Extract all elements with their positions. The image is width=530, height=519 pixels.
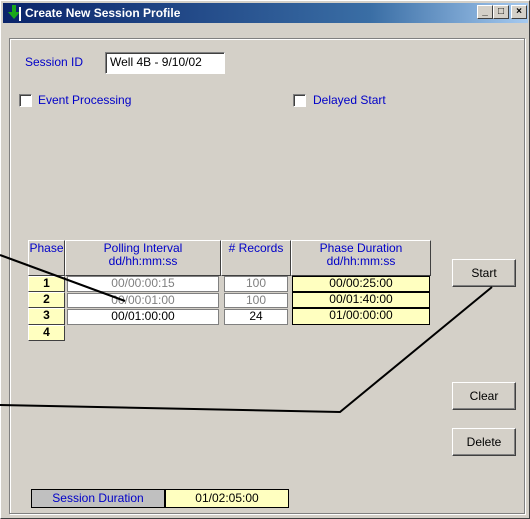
polling-cell-2[interactable]: 00/00:01:00 [67,293,219,308]
phase-cell-3[interactable]: 3 [28,308,65,325]
session-duration-value: 01/02:05:00 [165,489,289,508]
header-polling-format: dd/hh:mm:ss [108,254,178,268]
delayed-start-label: Delayed Start [313,93,386,107]
phase-cell-4[interactable]: 4 [28,325,65,341]
records-cell-1[interactable]: 100 [224,276,288,292]
green-down-arrow-icon [8,5,21,21]
polling-cell-1[interactable]: 00/00:00:15 [67,276,219,292]
close-button[interactable]: × [511,5,527,19]
polling-cell-3[interactable]: 00/01:00:00 [67,309,219,325]
start-button[interactable]: Start [452,259,516,287]
create-session-window: Create New Session Profile _ □ × Session… [0,0,530,519]
phase-cell-2[interactable]: 2 [28,292,65,308]
duration-cell-2: 00/01:40:00 [292,292,430,308]
header-phase-duration: Phase Duration dd/hh:mm:ss [291,240,431,276]
session-id-input[interactable]: Well 4B - 9/10/02 [105,52,225,74]
duration-cell-3: 01/00:00:00 [292,308,430,325]
records-cell-2[interactable]: 100 [224,293,288,308]
phase-cell-1[interactable]: 1 [28,276,65,292]
clear-button[interactable]: Clear [452,382,516,410]
records-cell-3[interactable]: 24 [224,309,288,325]
title-bar[interactable]: Create New Session Profile _ □ × [3,3,528,23]
session-duration-label: Session Duration [31,489,165,508]
event-processing-checkbox[interactable] [19,94,32,107]
header-polling-interval: Polling Interval dd/hh:mm:ss [65,240,221,276]
window-title: Create New Session Profile [25,6,181,20]
delayed-start-checkbox[interactable] [293,94,306,107]
header-duration-format: dd/hh:mm:ss [326,254,396,268]
header-phase: Phase [28,240,65,276]
duration-cell-1: 00/00:25:00 [292,276,430,292]
minimize-button[interactable]: _ [477,5,493,19]
header-records-text: # Records [228,241,284,255]
event-processing-label: Event Processing [38,93,132,107]
maximize-button[interactable]: □ [493,5,509,19]
header-records: # Records [221,240,291,276]
header-phase-text: Phase [29,241,64,255]
delete-button[interactable]: Delete [452,428,516,456]
session-id-label: Session ID [25,55,84,69]
